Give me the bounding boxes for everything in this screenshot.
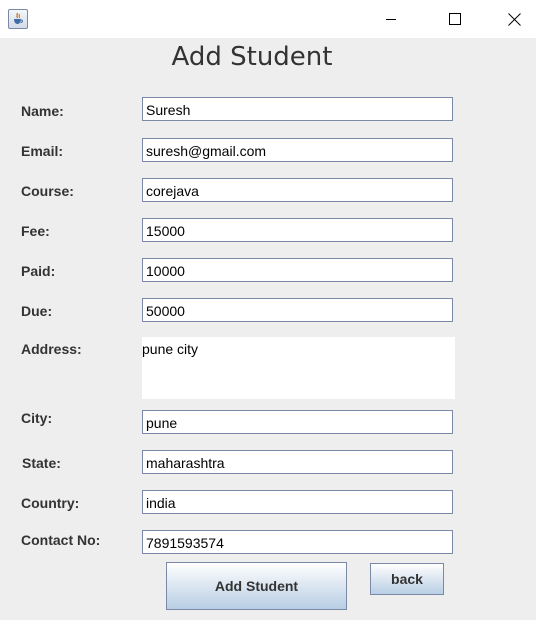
email-label: Email: xyxy=(21,143,64,159)
close-button[interactable] xyxy=(485,0,536,38)
contact-no-label: Contact No: xyxy=(21,532,101,548)
country-label: Country: xyxy=(21,495,80,511)
add-student-button[interactable]: Add Student xyxy=(166,562,347,610)
email-field[interactable] xyxy=(142,138,453,162)
due-field[interactable] xyxy=(142,298,453,322)
back-button[interactable]: back xyxy=(370,563,444,595)
course-field[interactable] xyxy=(142,178,453,202)
address-textarea[interactable]: pune city xyxy=(142,337,455,399)
name-label: Name: xyxy=(21,103,64,119)
paid-label: Paid: xyxy=(21,263,56,279)
name-field[interactable] xyxy=(142,97,453,121)
fee-label: Fee: xyxy=(21,223,50,239)
paid-field[interactable] xyxy=(142,258,453,282)
fee-field[interactable] xyxy=(142,218,453,242)
title-bar xyxy=(0,0,536,38)
address-label: Address: xyxy=(21,341,82,357)
close-icon xyxy=(507,12,521,26)
city-field[interactable] xyxy=(142,410,453,434)
country-field[interactable] xyxy=(142,490,453,514)
maximize-icon xyxy=(449,13,461,25)
minimize-button[interactable] xyxy=(362,0,420,38)
city-label: City: xyxy=(21,410,53,426)
due-label: Due: xyxy=(21,303,53,319)
course-label: Course: xyxy=(21,183,74,199)
state-field[interactable] xyxy=(142,450,453,474)
java-cup-icon[interactable] xyxy=(8,9,28,29)
form-title: Add Student xyxy=(171,42,333,72)
minimize-icon xyxy=(386,19,396,20)
maximize-button[interactable] xyxy=(426,0,484,38)
contact-no-field[interactable] xyxy=(142,530,453,554)
state-label: State: xyxy=(22,455,61,471)
